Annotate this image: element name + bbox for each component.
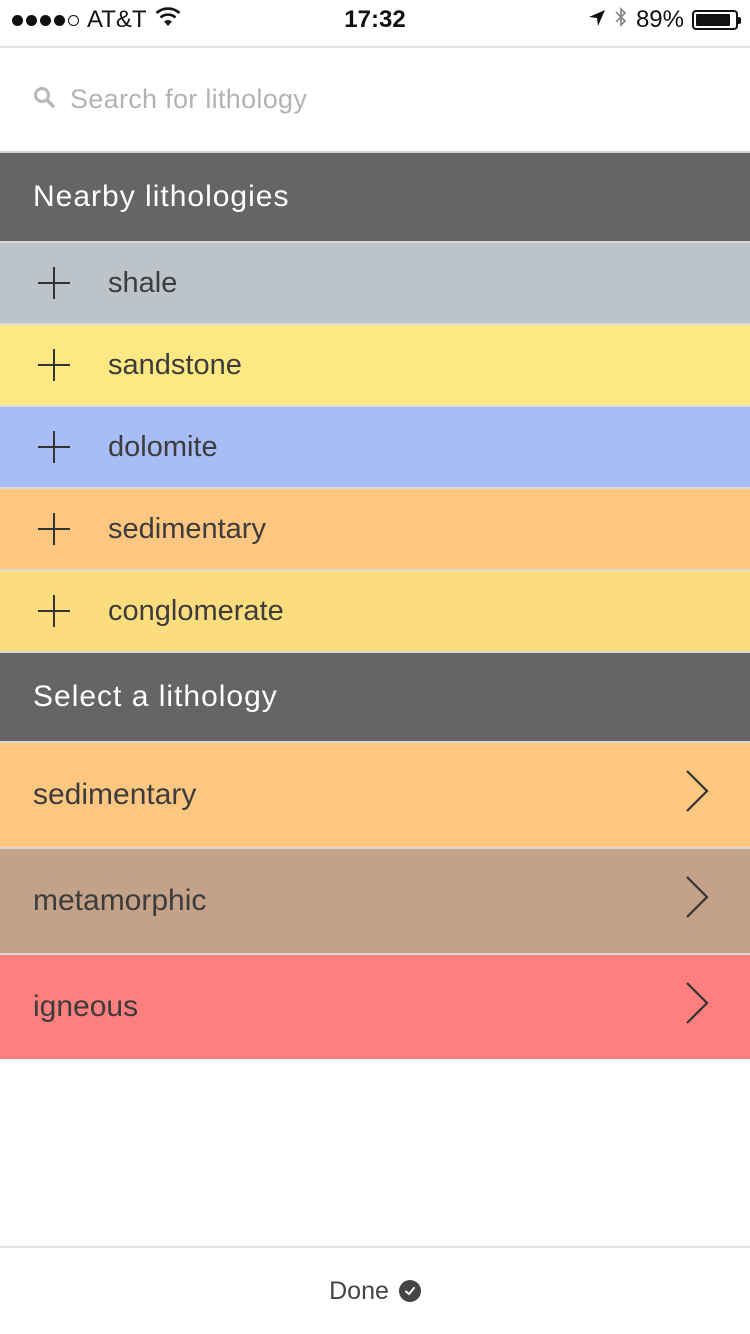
chevron-right-icon: [684, 981, 710, 1033]
done-label: Done: [329, 1276, 389, 1305]
category-label: sedimentary: [33, 778, 197, 811]
lithology-label: shale: [108, 266, 178, 299]
lithology-label: conglomerate: [108, 594, 284, 627]
section-title: Nearby lithologies: [33, 180, 290, 213]
section-header-select: Select a lithology: [0, 651, 750, 741]
lithology-category-item[interactable]: metamorphic: [0, 847, 750, 953]
nearby-lithologies-list: shale sandstone dolomite sedimentary conglom…: [0, 241, 750, 651]
category-label: igneous: [33, 990, 139, 1023]
category-label: metamorphic: [33, 884, 207, 917]
wifi-icon: [155, 6, 181, 34]
plus-icon[interactable]: [0, 430, 108, 464]
lithology-label: sandstone: [108, 348, 242, 381]
bluetooth-icon: [614, 6, 628, 35]
signal-strength-icon: [12, 14, 79, 26]
lithology-label: dolomite: [108, 430, 218, 463]
nearby-lithology-item[interactable]: sedimentary: [0, 487, 750, 569]
plus-icon[interactable]: [0, 594, 108, 628]
battery-percent: 89%: [635, 6, 684, 33]
nearby-lithology-item[interactable]: sandstone: [0, 323, 750, 405]
location-arrow-icon: [588, 6, 606, 34]
search-icon: [32, 85, 56, 114]
nearby-lithology-item[interactable]: shale: [0, 241, 750, 323]
section-header-nearby: Nearby lithologies: [0, 151, 750, 241]
plus-icon[interactable]: [0, 348, 108, 382]
chevron-right-icon: [684, 875, 710, 927]
lithology-list: Nearby lithologies shale sandstone dolomit…: [0, 151, 750, 1059]
lithology-categories-list: sedimentary metamorphic igneous: [0, 741, 750, 1059]
checkmark-icon: [398, 1280, 421, 1302]
chevron-right-icon: [684, 769, 710, 821]
search-bar: [0, 48, 750, 151]
lithology-label: sedimentary: [108, 512, 266, 545]
carrier-label: AT&T: [87, 6, 147, 33]
plus-icon[interactable]: [0, 266, 108, 300]
search-input[interactable]: [68, 83, 708, 116]
section-title: Select a lithology: [33, 680, 278, 713]
lithology-category-item[interactable]: sedimentary: [0, 741, 750, 847]
plus-icon[interactable]: [0, 512, 108, 546]
battery-icon: [692, 10, 741, 30]
nearby-lithology-item[interactable]: conglomerate: [0, 569, 750, 651]
status-bar: AT&T 17:32 89%: [0, 0, 750, 40]
done-button[interactable]: Done: [0, 1246, 750, 1334]
nearby-lithology-item[interactable]: dolomite: [0, 405, 750, 487]
lithology-category-item[interactable]: igneous: [0, 953, 750, 1059]
